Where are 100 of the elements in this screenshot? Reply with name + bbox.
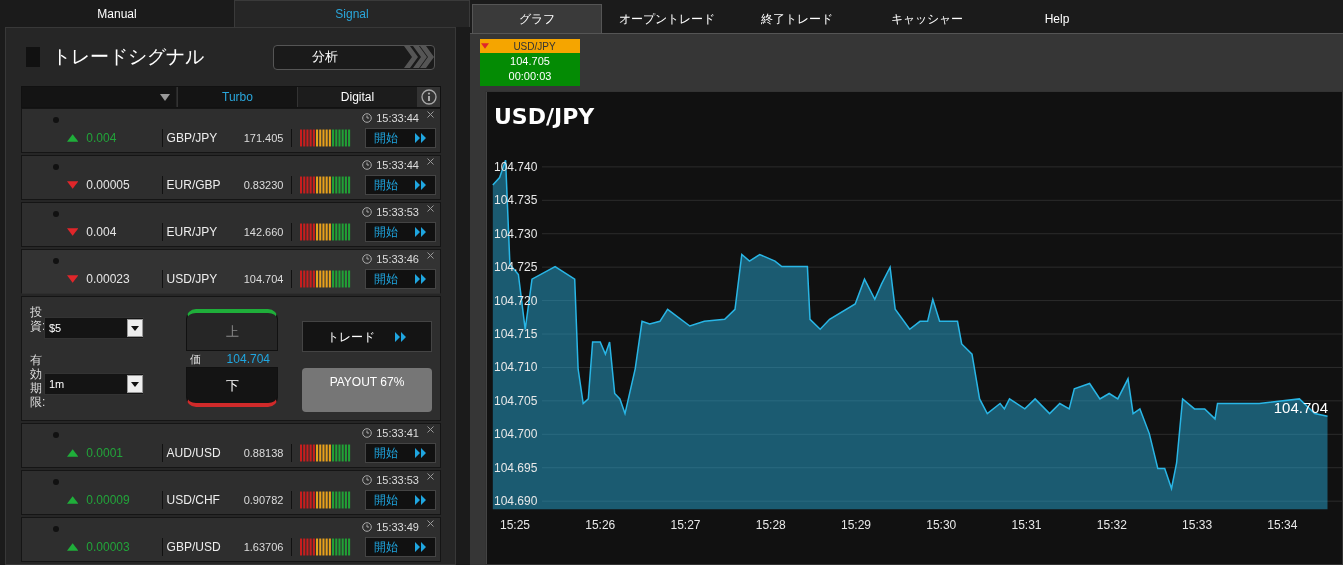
- clock-icon: [362, 522, 373, 532]
- main-tab[interactable]: Help: [992, 4, 1122, 33]
- currency-pair: USD/JPY: [166, 271, 219, 288]
- main-tab[interactable]: グラフ: [472, 4, 602, 33]
- start-button[interactable]: 開始: [365, 222, 436, 242]
- currency-pair: GBP/JPY: [166, 130, 219, 147]
- x-axis-label: 15:30: [926, 518, 957, 533]
- change-value: 0.004: [86, 224, 118, 241]
- x-axis-label: 15:34: [1267, 518, 1298, 533]
- x-axis-label: 15:33: [1182, 518, 1213, 533]
- start-button[interactable]: 開始: [365, 128, 436, 148]
- x-axis-label: 15:27: [670, 518, 701, 533]
- up-button[interactable]: 上: [186, 309, 278, 351]
- double-chevron-icon: [415, 180, 427, 190]
- signal-time: 15:33:53: [376, 472, 419, 488]
- filter-tab[interactable]: Digital: [297, 87, 417, 107]
- price-label: 価: [190, 351, 201, 367]
- x-axis-label: 15:31: [1011, 518, 1042, 533]
- double-chevron-icon: [415, 495, 427, 505]
- pair-price: 104.704: [242, 271, 284, 287]
- currency-pair: USD/CHF: [166, 492, 221, 509]
- y-axis-label: 104.700: [494, 427, 538, 442]
- x-axis-label: 15:26: [585, 518, 616, 533]
- trade-button[interactable]: トレード: [302, 321, 432, 352]
- clock-icon: [362, 475, 373, 485]
- signal-strength-drawing: [300, 491, 352, 509]
- y-axis-label: 104.720: [494, 293, 538, 308]
- main-tab[interactable]: オープントレード: [602, 4, 732, 33]
- ticker-timer: 00:00:03: [508, 69, 552, 84]
- close-icon[interactable]: [427, 425, 434, 433]
- close-icon[interactable]: [427, 251, 434, 259]
- start-button[interactable]: 開始: [365, 537, 436, 557]
- pair-price: 171.405: [242, 130, 284, 146]
- signal-time: 15:33:44: [376, 110, 419, 126]
- double-chevron-icon: [415, 133, 427, 143]
- main-tab[interactable]: 終了トレード: [732, 4, 862, 33]
- filter-tab[interactable]: Turbo: [177, 87, 297, 107]
- ticker-price: 104.705: [510, 54, 550, 69]
- pair-price: 0.83230: [242, 177, 284, 193]
- price-value: 104.704: [226, 351, 270, 368]
- clock-icon: [362, 160, 373, 170]
- chart-title: USD/JPY: [494, 103, 595, 131]
- signal-time: 15:33:44: [376, 157, 419, 173]
- double-chevron-icon: [395, 331, 407, 342]
- start-button[interactable]: 開始: [365, 269, 436, 289]
- close-icon[interactable]: [427, 157, 434, 165]
- signal-strength-drawing: [300, 538, 352, 556]
- x-axis-label: 15:32: [1096, 518, 1127, 533]
- close-icon[interactable]: [427, 110, 434, 118]
- currency-pair: EUR/JPY: [166, 224, 219, 241]
- analyze-button[interactable]: 分析: [273, 44, 435, 70]
- double-chevron-icon: [415, 274, 427, 284]
- start-button[interactable]: 開始: [365, 490, 436, 510]
- currency-pair: EUR/GBP: [166, 177, 222, 194]
- ticker-pair: USD/JPY: [513, 39, 556, 54]
- currency-pair: GBP/USD: [166, 539, 222, 556]
- change-value: 0.00023: [86, 271, 131, 288]
- close-icon[interactable]: [427, 519, 434, 527]
- mode-tab[interactable]: Manual: [0, 0, 234, 27]
- pair-price: 0.88138: [242, 445, 284, 461]
- dropdown-caret-icon: [160, 93, 170, 101]
- close-icon[interactable]: [427, 472, 434, 480]
- info-button[interactable]: [417, 87, 440, 107]
- signal-strength-drawing: [300, 223, 352, 241]
- change-value: 0.0001: [86, 445, 124, 462]
- dropdown-caret-icon: [131, 381, 139, 387]
- y-axis-label: 104.705: [494, 393, 538, 408]
- mode-tab[interactable]: Signal: [234, 0, 470, 27]
- clock-icon: [362, 428, 373, 438]
- start-button[interactable]: 開始: [365, 443, 436, 463]
- investment-select[interactable]: $5: [44, 317, 144, 339]
- double-chevron-icon: [415, 448, 427, 458]
- pair-price: 0.90782: [242, 492, 284, 508]
- signal-strength-drawing: [300, 444, 352, 462]
- expiry-select[interactable]: 1m: [44, 373, 144, 395]
- dropdown-caret-icon: [131, 325, 139, 331]
- close-icon[interactable]: [427, 204, 434, 212]
- x-axis-label: 15:28: [755, 518, 786, 533]
- y-axis-label: 104.695: [494, 460, 538, 475]
- change-value: 0.00009: [86, 492, 131, 509]
- pair-price: 1.63706: [242, 539, 284, 555]
- main-tab[interactable]: キャッシャー: [862, 4, 992, 33]
- x-axis-label: 15:25: [499, 518, 530, 533]
- signal-time: 15:33:53: [376, 204, 419, 220]
- x-axis-label: 15:29: [841, 518, 872, 533]
- signal-strength-drawing: [300, 129, 352, 147]
- clock-icon: [362, 113, 373, 123]
- double-chevron-icon: [415, 542, 427, 552]
- clock-icon: [362, 207, 373, 217]
- payout-box: PAYOUT 67%: [302, 368, 432, 412]
- signal-strength-drawing: [300, 176, 352, 194]
- start-button[interactable]: 開始: [365, 175, 436, 195]
- signal-time: 15:33:41: [376, 425, 419, 441]
- expiry-label: 有効期限:: [30, 353, 44, 409]
- pair-price: 142.660: [242, 224, 284, 240]
- current-price-label: 104.704: [1273, 398, 1328, 418]
- y-axis-label: 104.690: [494, 494, 538, 509]
- change-value: 0.00003: [86, 539, 131, 556]
- y-axis-label: 104.715: [494, 327, 538, 341]
- down-button[interactable]: 下: [186, 367, 278, 407]
